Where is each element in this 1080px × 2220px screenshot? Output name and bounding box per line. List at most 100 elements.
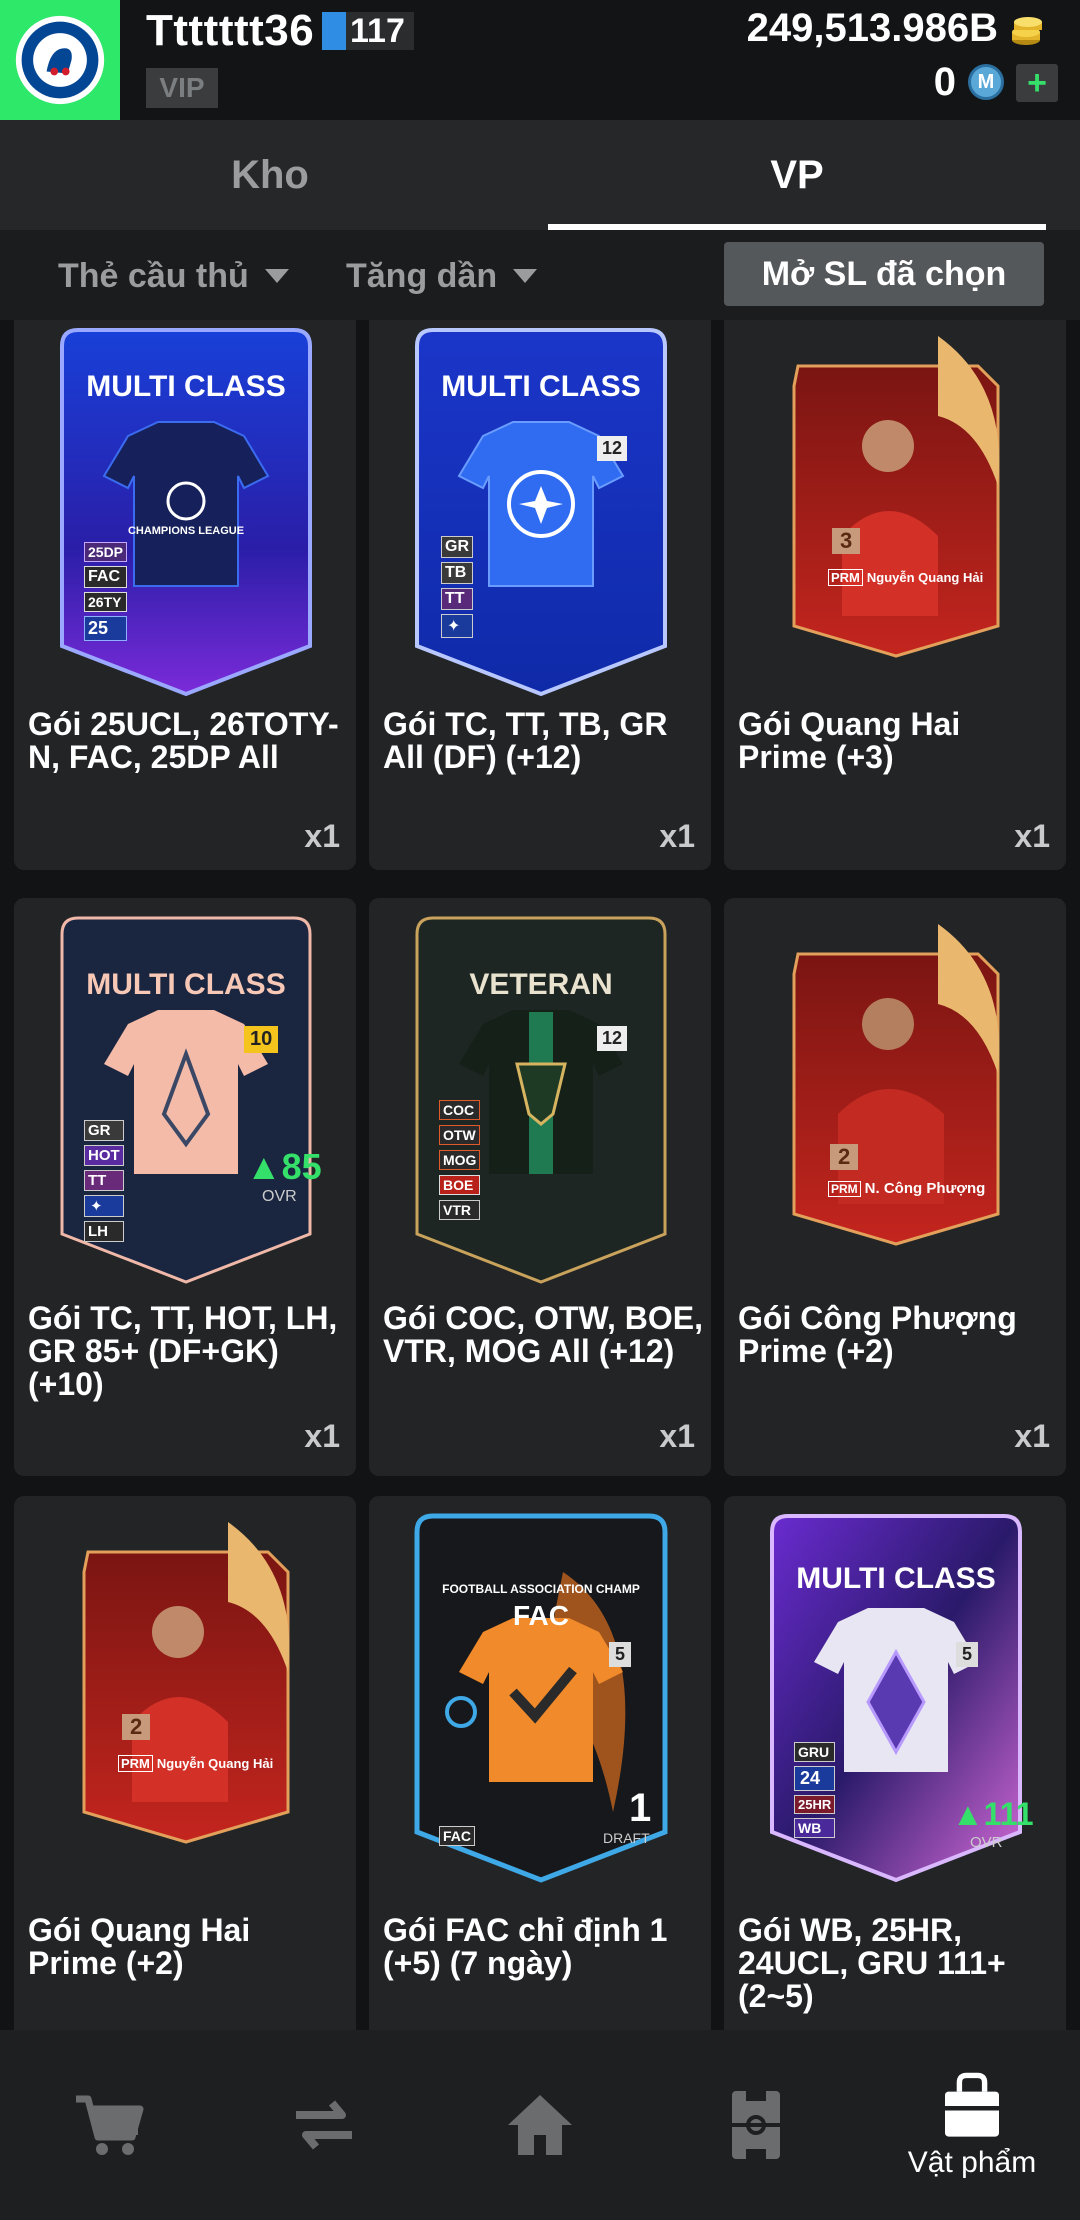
pack-title: Gói Công Phượng Prime (+2) [738,1300,1017,1369]
pack-quantity: x1 [304,818,340,854]
tag-badge: HOT [84,1145,124,1166]
prime-tag: PRM [828,1181,861,1197]
bottom-nav: Vật phẩm [0,2030,1080,2220]
sort-dropdown[interactable]: Tăng dần [346,248,538,304]
tag-badge: VTR [439,1200,481,1220]
pack-grid: CHAMPIONS LEAGUE MULTI CLASS 25DP FAC 26… [0,320,1080,2030]
level-badge: 2 [122,1714,151,1740]
level-progress-bar [322,12,346,50]
tag-badge: LH [84,1221,124,1242]
tag-badge: COC [439,1100,481,1120]
draft-number: 1 [629,1786,652,1830]
coin-balance: 249,513.986B [746,6,998,50]
nav-items-label: Vật phẩm [907,2146,1037,2179]
pack-card[interactable]: CHAMPIONS LEAGUE MULTI CLASS 25DP FAC 26… [14,320,356,870]
player-name: PRM Nguyễn Quang Hải [828,569,983,586]
tag-badge: TT [84,1170,124,1191]
nav-items[interactable]: Vật phẩm [864,2030,1080,2220]
pack-card[interactable]: MULTI CLASS 5 GRU 24 25HR WB ▲111 OVR Gó… [724,1496,1066,2030]
tag-badge: TT [441,588,473,610]
card-label: VETERAN [469,968,613,1001]
tag-badge: GRU [794,1742,836,1762]
mc-coin-icon: M [968,64,1004,100]
add-currency-button[interactable]: + [1016,64,1058,102]
tag-badge: 24 [794,1766,836,1791]
tab-kho[interactable]: Kho [0,120,540,230]
pack-title: Gói Quang Hai Prime (+2) [28,1912,251,1981]
nav-shop[interactable] [0,2030,216,2220]
ovr-value: ▲111 [952,1796,1034,1832]
chevron-down-icon [264,269,289,283]
bag-icon [945,2072,999,2137]
pack-title: Gói 25UCL, 26TOTY-N, FAC, 25DP All [28,706,339,775]
level-indicator: 117 [322,12,414,50]
card-label: MULTI CLASS [86,968,286,1001]
chelsea-crest-icon [15,15,105,105]
nav-squad[interactable] [648,2030,864,2220]
prime-tag: PRM [118,1755,153,1772]
prime-tag: PRM [828,569,863,586]
level-number: 117 [350,11,405,50]
pack-card[interactable]: VETERAN 12 COC OTW MOG BOE VTR Gói COC, … [369,898,711,1476]
pack-card[interactable]: 3 PRM Nguyễn Quang Hải Gói Quang Hai Prim… [724,320,1066,870]
pack-quantity: x1 [659,1418,695,1454]
tab-bar: Kho VP [0,120,1080,230]
tag-list: GRU 24 25HR WB [794,1742,836,1838]
tag-badge: GR [84,1120,124,1141]
pack-card[interactable]: MULTI CLASS 10 GR HOT TT ✦ LH ▲85 OVR Gó… [14,898,356,1476]
player-type-label: Thẻ cầu thủ [58,256,249,295]
coin-stack-icon [1012,17,1042,45]
ovr-number: 85 [281,1146,322,1187]
mc-balance: 0 [933,60,956,104]
tag-badge: 26TY [84,592,128,612]
pack-title: Gói TC, TT, HOT, LH, GR 85+ (DF+GK) (+10… [28,1300,338,1402]
ovr-label: OVR [970,1834,1003,1851]
ovr-value: ▲85 [246,1146,322,1187]
tag-badge: FAC [84,566,128,588]
ovr-number: 111 [983,1796,1034,1832]
level-badge: 3 [832,528,861,554]
tag-list: COC OTW MOG BOE VTR [439,1100,481,1220]
level-badge: 2 [830,1144,859,1170]
card-sublabel: FOOTBALL ASSOCIATION CHAMP [442,1582,640,1596]
nav-home[interactable] [432,2030,648,2220]
pack-quantity: x1 [1014,1418,1050,1454]
tag-badge: WB [794,1818,836,1838]
tag-badge: OTW [439,1125,481,1145]
player-name-text: N. Công Phượng [864,1180,986,1197]
emblem-text: CHAMPIONS LEAGUE [128,525,244,537]
player-name: PRM Nguyễn Quang Hải [118,1755,273,1772]
home-icon [508,2095,572,2155]
card-label: FAC [513,1600,569,1631]
card-label: MULTI CLASS [796,1562,996,1595]
tag-badge: TB [441,562,473,584]
filter-bar: Thẻ cầu thủ Tăng dần Mở SL đã chọn [0,230,1080,320]
nav-transfer[interactable] [216,2030,432,2220]
tab-vp[interactable]: VP [548,120,1046,230]
pack-quantity: x1 [1014,818,1050,854]
pack-quantity: x1 [304,1418,340,1454]
card-label: MULTI CLASS [441,370,641,403]
open-selected-button[interactable]: Mở SL đã chọn [724,242,1044,306]
pack-title: Gói WB, 25HR, 24UCL, GRU 111+ (2~5) [738,1912,1006,2014]
level-badge: 5 [609,1642,632,1667]
tag-badge: ✦ [441,614,473,638]
pack-card[interactable]: FOOTBALL ASSOCIATION CHAMP FAC 5 1 DRAFT… [369,1496,711,2030]
pitch-icon [732,2091,780,2159]
pack-title: Gói COC, OTW, BOE, VTR, MOG All (+12) [383,1300,703,1369]
cart-icon [76,2095,144,2155]
pack-card[interactable]: 2 PRM Nguyễn Quang Hải Gói Quang Hai Prim… [14,1496,356,2030]
club-badge[interactable] [0,0,120,120]
pack-card[interactable]: 2 PRM N. Công Phượng Gói Công Phượng Prim… [724,898,1066,1476]
pack-title: Gói TC, TT, TB, GR All (DF) (+12) [383,706,668,775]
vip-badge[interactable]: VIP [146,68,218,108]
pack-image [792,924,1000,1246]
level-badge: 10 [244,1026,279,1053]
tag-badge: FAC [439,1826,475,1846]
pack-card[interactable]: MULTI CLASS 12 GR TB TT ✦ Gói TC, TT, TB… [369,320,711,870]
chevron-down-icon [513,269,538,283]
player-type-dropdown[interactable]: Thẻ cầu thủ [58,248,289,304]
level-badge: 12 [597,1026,628,1051]
tag-badge: ✦ [84,1195,124,1217]
sort-label: Tăng dần [346,256,498,295]
